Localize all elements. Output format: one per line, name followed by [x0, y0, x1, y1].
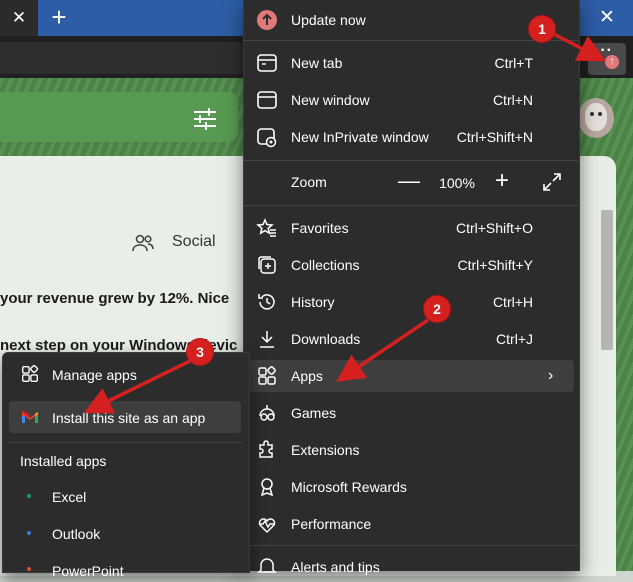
submenu-item-install-site-as-app[interactable]: Install this site as an app	[52, 408, 205, 428]
menu-item-microsoft-rewards[interactable]: Microsoft Rewards	[291, 477, 407, 497]
shortcut-favorites: Ctrl+Shift+O	[455, 220, 533, 236]
step-badge-1: 1	[529, 16, 555, 42]
update-icon	[256, 9, 278, 31]
menu-item-apps[interactable]: Apps	[291, 366, 323, 386]
zoom-level-value: 100%	[439, 175, 475, 191]
fullscreen-icon[interactable]	[541, 171, 563, 193]
collections-icon	[256, 254, 278, 276]
new-tab-plus-icon[interactable]: +	[46, 4, 72, 30]
installed-app-excel[interactable]: Excel	[52, 487, 86, 507]
avatar-face	[585, 103, 607, 131]
rewards-icon	[256, 476, 278, 498]
new-window-icon	[256, 89, 278, 111]
zoom-out-button[interactable]: —	[398, 170, 420, 192]
history-icon	[256, 291, 278, 313]
zoom-in-button[interactable]: +	[490, 169, 514, 194]
new-tab-icon	[256, 52, 278, 74]
window-close-icon[interactable]: ✕	[594, 5, 620, 31]
chevron-right-icon: ›	[548, 367, 554, 384]
step-badge-2: 2	[424, 296, 450, 322]
menu-divider	[243, 205, 578, 206]
installed-apps-heading: Installed apps	[20, 453, 107, 469]
menu-item-downloads[interactable]: Downloads	[291, 329, 360, 349]
menu-item-extensions[interactable]: Extensions	[291, 440, 359, 460]
apps-icon	[256, 365, 278, 387]
installed-app-outlook[interactable]: Outlook	[52, 524, 100, 544]
menu-item-update-now[interactable]: Update now	[291, 10, 366, 30]
shortcut-new-tab: Ctrl+T	[494, 55, 534, 71]
menu-item-history[interactable]: History	[291, 292, 335, 312]
menu-divider	[243, 545, 578, 546]
shortcut-history: Ctrl+H	[492, 294, 533, 310]
menu-item-collections[interactable]: Collections	[291, 255, 359, 275]
page-scrollbar[interactable]	[601, 210, 613, 350]
shortcut-downloads: Ctrl+J	[496, 331, 533, 347]
filter-sliders-icon[interactable]	[190, 104, 220, 134]
submenu-divider	[8, 442, 242, 443]
people-icon	[131, 233, 155, 253]
address-bar[interactable]	[0, 42, 242, 74]
powerpoint-icon	[27, 567, 31, 571]
menu-item-performance[interactable]: Performance	[291, 514, 371, 534]
menu-divider	[243, 160, 578, 161]
menu-item-alerts-and-tips[interactable]: Alerts and tips	[291, 557, 380, 577]
excel-icon	[27, 494, 31, 498]
update-available-badge: ↑	[605, 55, 619, 69]
manage-apps-icon	[20, 364, 40, 384]
tab-close-icon[interactable]: ✕	[8, 7, 30, 29]
menu-item-new-tab[interactable]: New tab	[291, 53, 342, 73]
menu-item-games[interactable]: Games	[291, 403, 336, 423]
outlook-icon	[27, 531, 31, 535]
gmail-icon	[21, 409, 39, 425]
submenu-item-manage-apps[interactable]: Manage apps	[52, 365, 137, 385]
shortcut-collections: Ctrl+Shift+Y	[457, 257, 533, 273]
shortcut-new-inprivate: Ctrl+Shift+N	[456, 129, 533, 145]
inprivate-icon	[256, 126, 278, 148]
menu-item-new-window[interactable]: New window	[291, 90, 370, 110]
page-text-revenue: your revenue grew by 12%. Nice	[0, 290, 230, 307]
menu-item-zoom-label: Zoom	[291, 174, 327, 190]
games-icon	[256, 402, 278, 424]
performance-icon	[256, 513, 278, 535]
extensions-icon	[256, 439, 278, 461]
downloads-icon	[256, 328, 278, 350]
installed-app-powerpoint[interactable]: PowerPoint	[52, 561, 124, 581]
menu-item-favorites[interactable]: Favorites	[291, 218, 349, 238]
alerts-bell-icon	[256, 555, 278, 577]
menu-divider	[243, 40, 578, 41]
avatar-eye	[598, 112, 602, 116]
menu-item-new-inprivate-window[interactable]: New InPrivate window	[291, 127, 429, 147]
shortcut-new-window: Ctrl+N	[492, 92, 533, 108]
avatar-eye	[590, 112, 594, 116]
favorites-icon	[256, 217, 278, 239]
step-badge-3: 3	[187, 339, 213, 365]
social-tab[interactable]: Social	[172, 233, 252, 255]
